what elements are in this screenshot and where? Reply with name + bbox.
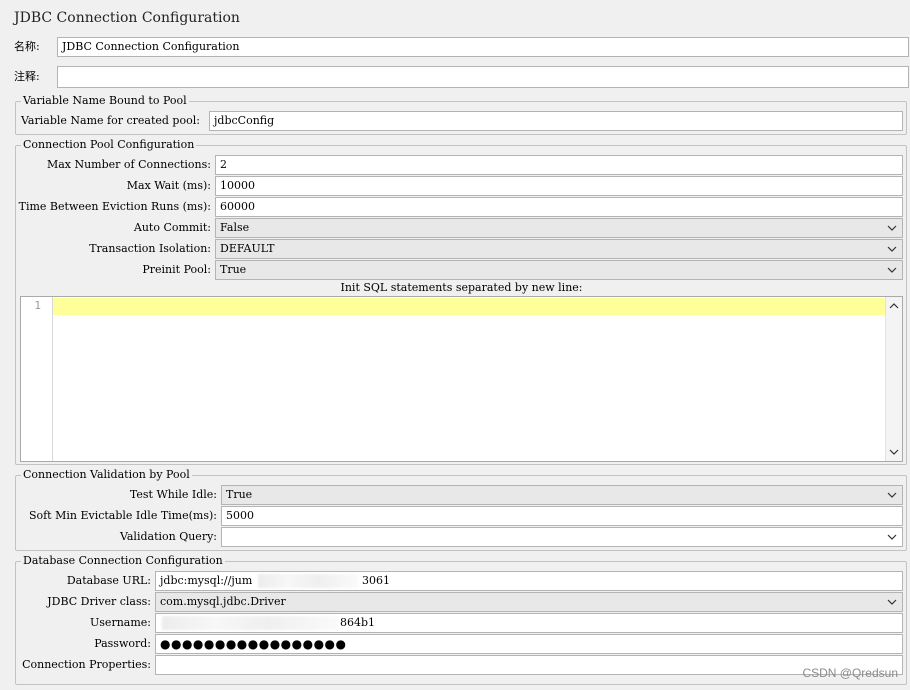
scroll-down-icon[interactable]: [889, 447, 899, 457]
comment-field[interactable]: [57, 66, 909, 88]
editor-scrollbar[interactable]: [885, 297, 902, 461]
chevron-down-icon: [887, 225, 897, 231]
connection-properties-label: Connection Properties:: [22, 658, 151, 671]
soft-min-idle-label: Soft Min Evictable Idle Time(ms):: [28, 509, 217, 522]
test-while-idle-select[interactable]: True: [221, 485, 903, 505]
chevron-down-icon: [887, 492, 897, 498]
jdbc-driver-value: com.mysql.jdbc.Driver: [160, 595, 286, 608]
jdbc-driver-select[interactable]: com.mysql.jdbc.Driver: [155, 592, 903, 612]
connection-properties-field[interactable]: [155, 655, 903, 675]
eviction-runs-field[interactable]: 60000: [215, 197, 903, 217]
transaction-isolation-select[interactable]: DEFAULT: [215, 239, 903, 259]
comment-label: 注释:: [14, 70, 40, 83]
redacted-region: [162, 616, 338, 630]
name-label: 名称:: [14, 40, 40, 53]
variable-name-field[interactable]: jdbcConfig: [209, 111, 903, 131]
database-connection-group-title: Database Connection Configuration: [21, 554, 225, 568]
transaction-isolation-label: Transaction Isolation:: [89, 242, 211, 255]
chevron-down-icon: [887, 246, 897, 252]
variable-name-group-title: Variable Name Bound to Pool: [21, 94, 189, 108]
max-wait-label: Max Wait (ms):: [126, 179, 211, 192]
watermark: CSDN @Qredsun: [802, 666, 898, 680]
preinit-pool-value: True: [220, 263, 247, 276]
username-field[interactable]: 864b1: [155, 613, 903, 633]
validation-query-select[interactable]: [221, 527, 903, 547]
username-label: Username:: [90, 616, 151, 629]
preinit-pool-label: Preinit Pool:: [142, 263, 211, 276]
init-sql-editor[interactable]: 1: [20, 296, 903, 462]
chevron-down-icon: [887, 267, 897, 273]
password-field[interactable]: ●●●●●●●●●●●●●●●●●: [155, 634, 903, 654]
preinit-pool-select[interactable]: True: [215, 260, 903, 280]
database-url-prefix: jdbc:mysql://jum: [160, 574, 253, 587]
auto-commit-select[interactable]: False: [215, 218, 903, 238]
max-connections-field[interactable]: 2: [215, 155, 903, 175]
connection-validation-group-title: Connection Validation by Pool: [21, 468, 192, 482]
name-field[interactable]: JDBC Connection Configuration: [57, 37, 909, 57]
max-connections-label: Max Number of Connections:: [46, 158, 211, 171]
chevron-down-icon: [887, 599, 897, 605]
username-suffix: 864b1: [340, 616, 376, 629]
line-number-gutter: 1: [21, 297, 53, 461]
password-label: Password:: [94, 637, 151, 650]
database-url-label: Database URL:: [66, 574, 151, 587]
page-title: JDBC Connection Configuration: [14, 10, 240, 26]
line-number: 1: [34, 299, 41, 312]
variable-name-label: Variable Name for created pool:: [21, 114, 200, 127]
scroll-up-icon[interactable]: [889, 301, 899, 311]
database-url-field[interactable]: jdbc:mysql://jum 3061: [155, 571, 903, 591]
database-url-suffix: 3061: [362, 574, 390, 587]
transaction-isolation-value: DEFAULT: [220, 242, 275, 255]
test-while-idle-value: True: [226, 488, 253, 501]
chevron-down-icon: [887, 534, 897, 540]
soft-min-idle-field[interactable]: 5000: [221, 506, 903, 526]
validation-query-label: Validation Query:: [119, 530, 217, 543]
auto-commit-value: False: [220, 221, 250, 234]
max-wait-field[interactable]: 10000: [215, 176, 903, 196]
connection-pool-group-title: Connection Pool Configuration: [21, 138, 197, 152]
test-while-idle-label: Test While Idle:: [129, 488, 217, 501]
init-sql-label: Init SQL statements separated by new lin…: [340, 281, 583, 294]
current-line-highlight: [53, 298, 885, 315]
auto-commit-label: Auto Commit:: [133, 221, 211, 234]
eviction-runs-label: Time Between Eviction Runs (ms):: [18, 200, 211, 213]
redacted-region: [258, 574, 358, 588]
jdbc-driver-label: JDBC Driver class:: [47, 595, 151, 608]
